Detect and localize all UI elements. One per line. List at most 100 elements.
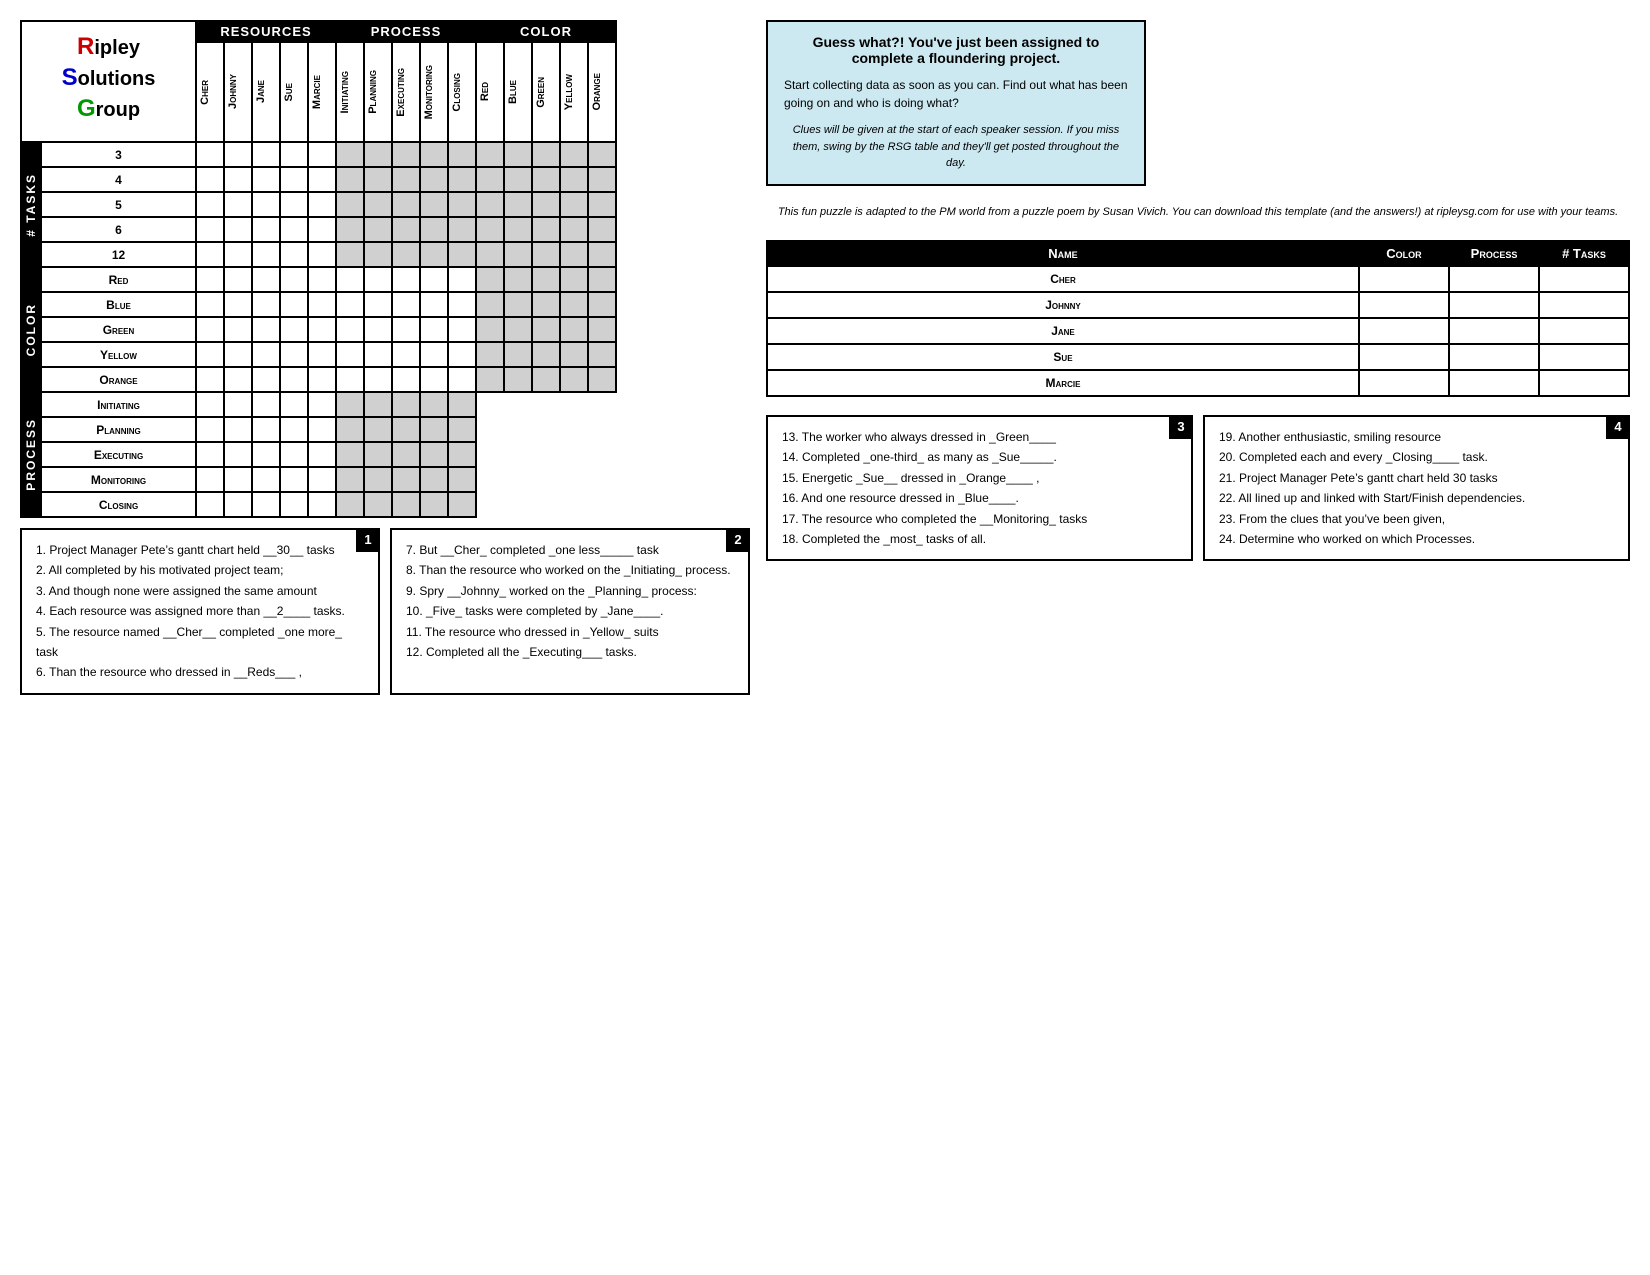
answer-process-johnny[interactable] bbox=[1449, 292, 1539, 318]
cell-t5-sue[interactable] bbox=[280, 192, 308, 217]
process-row-clos: Closing bbox=[21, 492, 616, 517]
cell-t4-sue[interactable] bbox=[280, 167, 308, 192]
clue-box-3: 3 13. The worker who always dressed in _… bbox=[766, 415, 1193, 561]
answer-tasks-cher[interactable] bbox=[1539, 266, 1629, 292]
cell-t3-green bbox=[532, 142, 560, 167]
cell-t3-johnny[interactable] bbox=[224, 142, 252, 167]
cell-t5-cher[interactable] bbox=[196, 192, 224, 217]
answer-process-marcie[interactable] bbox=[1449, 370, 1539, 396]
cell-t5-jane[interactable] bbox=[252, 192, 280, 217]
cell-t4-marcie[interactable] bbox=[308, 167, 336, 192]
cell-t3-marcie[interactable] bbox=[308, 142, 336, 167]
clue-1-1: 1. Project Manager Pete’s gantt chart he… bbox=[36, 540, 364, 560]
info-title: Guess what?! You've just been assigned t… bbox=[784, 34, 1128, 66]
cell-blue-marcie[interactable] bbox=[308, 292, 336, 317]
answer-process-sue[interactable] bbox=[1449, 344, 1539, 370]
col-johnny: Johnny bbox=[224, 42, 252, 142]
cell-t6-cher[interactable] bbox=[196, 217, 224, 242]
answer-row-marcie: Marcie bbox=[767, 370, 1629, 396]
clue-badge-4: 4 bbox=[1606, 415, 1630, 439]
clue-4-1: 19. Another enthusiastic, smiling resour… bbox=[1219, 427, 1614, 447]
cell-t6-sue[interactable] bbox=[280, 217, 308, 242]
answer-name-johnny: Johnny bbox=[767, 292, 1359, 318]
cell-blue-sue[interactable] bbox=[280, 292, 308, 317]
col-red: Red bbox=[476, 42, 504, 142]
answer-header-tasks: # Tasks bbox=[1539, 241, 1629, 266]
clue-2-6: 12. Completed all the _Executing___ task… bbox=[406, 642, 734, 662]
answer-row-jane: Jane bbox=[767, 318, 1629, 344]
clue-3-4: 16. And one resource dressed in _Blue___… bbox=[782, 488, 1177, 508]
process-label-exec: Executing bbox=[41, 442, 196, 467]
cell-t6-johnny[interactable] bbox=[224, 217, 252, 242]
cell-t12-cher[interactable] bbox=[196, 242, 224, 267]
cell-red-plan[interactable] bbox=[364, 267, 392, 292]
tasks-label-4: 4 bbox=[41, 167, 196, 192]
cell-t3-yellow bbox=[560, 142, 588, 167]
color-header: Color bbox=[476, 21, 616, 42]
logo-text2: olutions bbox=[78, 68, 156, 90]
process-label-init: Initiating bbox=[41, 392, 196, 417]
cell-t4-cher[interactable] bbox=[196, 167, 224, 192]
clue-badge-2: 2 bbox=[726, 528, 750, 552]
cell-t12-marcie[interactable] bbox=[308, 242, 336, 267]
cell-blue-johnny[interactable] bbox=[224, 292, 252, 317]
cell-t5-johnny[interactable] bbox=[224, 192, 252, 217]
answer-row-sue: Sue bbox=[767, 344, 1629, 370]
clue-box-2: 2 7. But __Cher_ completed _one less____… bbox=[390, 528, 750, 695]
col-green: Green bbox=[532, 42, 560, 142]
cell-t6-jane[interactable] bbox=[252, 217, 280, 242]
cell-red-clos[interactable] bbox=[448, 267, 476, 292]
answer-process-jane[interactable] bbox=[1449, 318, 1539, 344]
answer-color-cher[interactable] bbox=[1359, 266, 1449, 292]
color-label-yellow: Yellow bbox=[41, 342, 196, 367]
cell-red-mon[interactable] bbox=[420, 267, 448, 292]
clue-2-4: 10. _Five_ tasks were completed by _Jane… bbox=[406, 601, 734, 621]
col-cher: Cher bbox=[196, 42, 224, 142]
color-row-blue: Blue bbox=[21, 292, 616, 317]
cell-t4-johnny[interactable] bbox=[224, 167, 252, 192]
color-label-green: Green bbox=[41, 317, 196, 342]
answer-tasks-marcie[interactable] bbox=[1539, 370, 1629, 396]
cell-red-exec[interactable] bbox=[392, 267, 420, 292]
cell-red-init[interactable] bbox=[336, 267, 364, 292]
answer-color-marcie[interactable] bbox=[1359, 370, 1449, 396]
answer-name-cher: Cher bbox=[767, 266, 1359, 292]
cell-t12-jane[interactable] bbox=[252, 242, 280, 267]
clue-4-3: 21. Project Manager Pete’s gantt chart h… bbox=[1219, 468, 1614, 488]
color-row-red: Color Red bbox=[21, 267, 616, 292]
cell-blue-jane[interactable] bbox=[252, 292, 280, 317]
tasks-label-12: 12 bbox=[41, 242, 196, 267]
cell-t3-cher[interactable] bbox=[196, 142, 224, 167]
process-row-plan: Planning bbox=[21, 417, 616, 442]
cell-t3-sue[interactable] bbox=[280, 142, 308, 167]
tasks-row-6: 6 bbox=[21, 217, 616, 242]
tasks-label-5: 5 bbox=[41, 192, 196, 217]
answer-color-jane[interactable] bbox=[1359, 318, 1449, 344]
cell-red-cher[interactable] bbox=[196, 267, 224, 292]
cell-t12-johnny[interactable] bbox=[224, 242, 252, 267]
tasks-row-5: 5 bbox=[21, 192, 616, 217]
cell-t3-jane[interactable] bbox=[252, 142, 280, 167]
answer-color-johnny[interactable] bbox=[1359, 292, 1449, 318]
cell-red-sue[interactable] bbox=[280, 267, 308, 292]
answer-tasks-sue[interactable] bbox=[1539, 344, 1629, 370]
answer-process-cher[interactable] bbox=[1449, 266, 1539, 292]
cell-blue-cher[interactable] bbox=[196, 292, 224, 317]
cell-t4-jane[interactable] bbox=[252, 167, 280, 192]
cell-t3-mon bbox=[420, 142, 448, 167]
clue-4-6: 24. Determine who worked on which Proces… bbox=[1219, 529, 1614, 549]
answer-tasks-johnny[interactable] bbox=[1539, 292, 1629, 318]
cell-t5-marcie[interactable] bbox=[308, 192, 336, 217]
answer-color-sue[interactable] bbox=[1359, 344, 1449, 370]
cell-red-jane[interactable] bbox=[252, 267, 280, 292]
cell-red-marcie[interactable] bbox=[308, 267, 336, 292]
info-body1: Start collecting data as soon as you can… bbox=[784, 76, 1128, 112]
clue-1-5: 5. The resource named __Cher__ completed… bbox=[36, 622, 364, 663]
answer-tasks-jane[interactable] bbox=[1539, 318, 1629, 344]
cell-t3-init bbox=[336, 142, 364, 167]
cell-red-johnny[interactable] bbox=[224, 267, 252, 292]
clue-3-1: 13. The worker who always dressed in _Gr… bbox=[782, 427, 1177, 447]
cell-t12-sue[interactable] bbox=[280, 242, 308, 267]
tasks-label-3: 3 bbox=[41, 142, 196, 167]
cell-t6-marcie[interactable] bbox=[308, 217, 336, 242]
